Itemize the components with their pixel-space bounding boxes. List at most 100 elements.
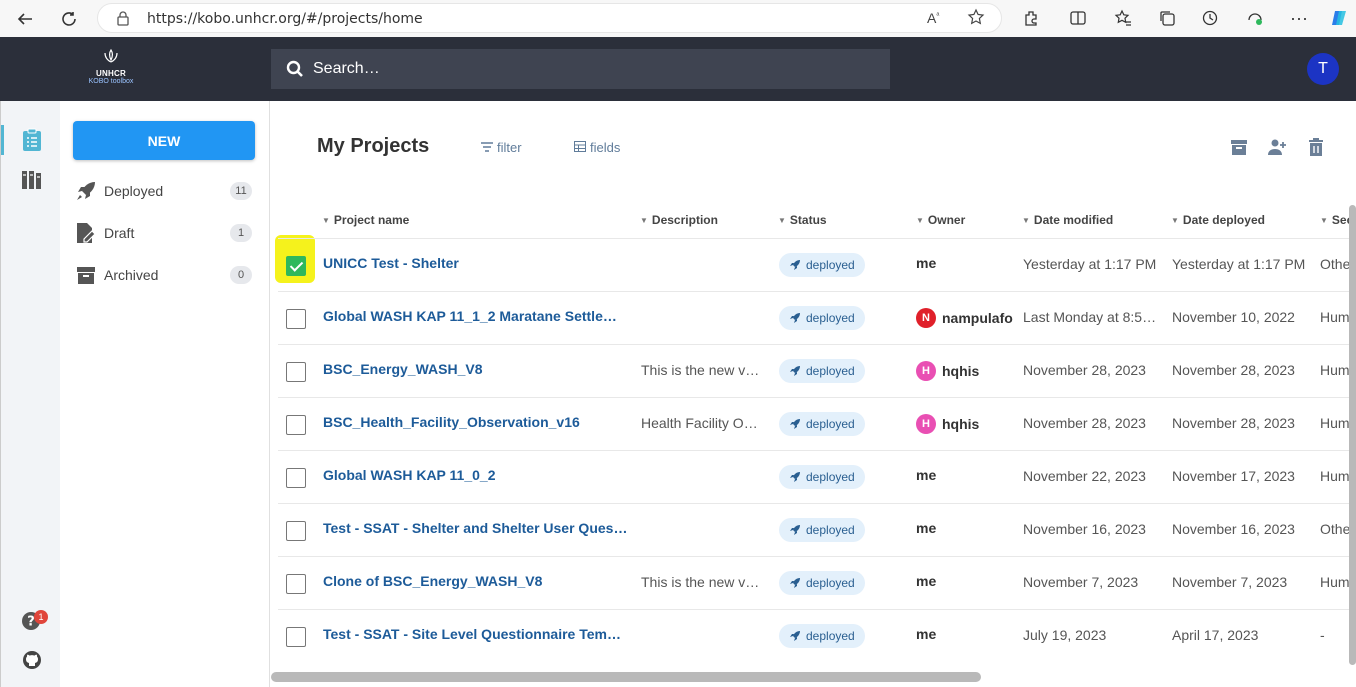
project-name-link[interactable]: Test - SSAT - Site Level Questionnaire T… <box>323 626 628 642</box>
project-name-link[interactable]: Global WASH KAP 11_0_2 <box>323 467 495 483</box>
column-header-owner[interactable]: ▼ Owner <box>916 213 965 227</box>
project-name-link[interactable]: Clone of BSC_Energy_WASH_V8 <box>323 573 542 589</box>
search-input[interactable]: Search… <box>313 60 380 78</box>
table-row[interactable]: Global WASH KAP 11_1_2 Maratane Settleme… <box>278 291 1350 344</box>
read-aloud-icon[interactable]: Aᵃ <box>927 10 939 26</box>
date-deployed: November 16, 2023 <box>1172 521 1295 537</box>
horizontal-scrollbar[interactable] <box>271 672 981 682</box>
new-project-button[interactable]: NEW <box>73 121 255 160</box>
date-deployed: November 28, 2023 <box>1172 362 1295 378</box>
logo-kobo-text: KOBO toolbox <box>88 78 134 85</box>
delete-trash-icon[interactable] <box>1306 137 1326 157</box>
share-user-icon[interactable] <box>1267 137 1287 157</box>
projects-icon[interactable] <box>21 128 43 157</box>
page-title: My Projects <box>317 135 430 157</box>
table-row[interactable]: Test - SSAT - Shelter and Shelter User Q… <box>278 503 1350 556</box>
search-icon <box>286 60 304 83</box>
date-modified: July 19, 2023 <box>1023 627 1107 643</box>
notification-badge: 1 <box>34 610 48 624</box>
unhcr-kobo-logo[interactable]: UNHCR KOBO toolbox <box>84 48 138 90</box>
owner-name: hqhis <box>942 416 980 432</box>
date-modified: November 7, 2023 <box>1023 574 1139 590</box>
search-bar[interactable]: Search… <box>271 49 890 89</box>
table-row[interactable]: BSC_Energy_WASH_V8 This is the new ve… dep… <box>278 344 1350 397</box>
project-name-link[interactable]: UNICC Test - Shelter <box>323 255 459 271</box>
date-deployed: November 10, 2022 <box>1172 309 1295 325</box>
fields-button[interactable]: fields <box>574 140 620 155</box>
date-modified: November 28, 2023 <box>1023 362 1146 378</box>
row-checkbox[interactable] <box>286 521 306 541</box>
project-name-link[interactable]: BSC_Energy_WASH_V8 <box>323 361 483 377</box>
project-sector: Othe <box>1320 521 1350 537</box>
row-checkbox[interactable] <box>286 362 306 382</box>
sidebar-item-draft[interactable]: Draft 1 <box>73 218 255 248</box>
owner-name: me <box>916 520 937 536</box>
account-avatar[interactable]: T <box>1307 53 1339 85</box>
address-bar[interactable]: https://kobo.unhcr.org/#/projects/home A… <box>97 3 1002 33</box>
github-icon[interactable] <box>22 650 42 675</box>
table-row[interactable]: BSC_Health_Facility_Observation_v16 Healt… <box>278 397 1350 450</box>
extensions-icon[interactable] <box>1020 7 1042 29</box>
row-checkbox[interactable] <box>286 309 306 329</box>
status-badge: deployed <box>779 571 865 595</box>
column-header-date-deployed[interactable]: ▼ Date deployed <box>1171 213 1265 227</box>
date-deployed: November 17, 2023 <box>1172 468 1295 484</box>
sort-caret-icon: ▼ <box>322 215 330 225</box>
project-sector: Hum <box>1320 362 1350 378</box>
deployed-rocket-icon <box>790 313 800 323</box>
project-description: This is the new ve… <box>641 574 763 590</box>
archive-action-icon[interactable] <box>1229 137 1249 157</box>
copilot-icon[interactable] <box>1328 7 1350 29</box>
project-owner: Nnampulafo <box>916 308 1013 328</box>
archived-count-badge: 0 <box>230 266 252 284</box>
status-badge: deployed <box>779 253 865 277</box>
sidebar-item-archived[interactable]: Archived 0 <box>73 260 255 290</box>
row-checkbox[interactable] <box>286 415 306 435</box>
filter-button[interactable]: filter <box>481 140 522 155</box>
back-icon[interactable] <box>12 6 38 32</box>
filter-icon <box>481 140 493 155</box>
refresh-icon[interactable] <box>56 6 82 32</box>
draft-count-badge: 1 <box>230 224 252 242</box>
column-header-status[interactable]: ▼ Status <box>778 213 827 227</box>
row-checkbox[interactable] <box>286 468 306 488</box>
project-name-link[interactable]: BSC_Health_Facility_Observation_v16 <box>323 414 580 430</box>
sort-caret-icon: ▼ <box>1320 215 1328 225</box>
sidebar-item-deployed[interactable]: Deployed 11 <box>73 176 255 206</box>
status-text: deployed <box>806 470 855 484</box>
table-row[interactable]: Clone of BSC_Energy_WASH_V8 This is the n… <box>278 556 1350 609</box>
project-name-link[interactable]: Global WASH KAP 11_1_2 Maratane Settleme… <box>323 308 628 324</box>
vertical-scrollbar[interactable] <box>1349 205 1356 665</box>
column-header-sector[interactable]: ▼Sector <box>1320 213 1349 227</box>
unhcr-emblem-icon <box>104 48 118 63</box>
table-row[interactable]: Global WASH KAP 11_0_2 deployed me November… <box>278 450 1350 503</box>
table-row[interactable]: Test - SSAT - Site Level Questionnaire T… <box>278 609 1350 662</box>
row-checkbox[interactable] <box>286 574 306 594</box>
library-icon[interactable] <box>21 169 43 196</box>
performance-icon[interactable] <box>1244 7 1266 29</box>
column-header-description[interactable]: ▼ Description <box>640 213 718 227</box>
project-name-link[interactable]: Test - SSAT - Shelter and Shelter User Q… <box>323 520 628 536</box>
deployed-rocket-icon <box>790 419 800 429</box>
history-icon[interactable] <box>1199 7 1221 29</box>
lock-icon <box>116 10 130 31</box>
row-checkbox[interactable] <box>286 627 306 647</box>
favorites-icon[interactable] <box>1112 7 1134 29</box>
project-owner: me <box>916 573 936 589</box>
split-screen-icon[interactable] <box>1067 7 1089 29</box>
project-sector: Hum <box>1320 468 1350 484</box>
table-row[interactable]: UNICC Test - Shelter deployed me Yesterday … <box>278 238 1350 291</box>
more-options-icon[interactable]: ··· <box>1288 7 1310 29</box>
project-description: Health Facility Ob… <box>641 415 763 431</box>
column-header-project-name[interactable]: ▼ Project name <box>322 213 409 227</box>
project-owner: Hhqhis <box>916 361 979 381</box>
deployed-rocket-icon <box>790 366 800 376</box>
column-label: Project name <box>333 213 410 227</box>
deployed-rocket-icon <box>790 260 800 270</box>
column-header-date-modified[interactable]: ▼ Date modified <box>1022 213 1113 227</box>
favorite-star-icon[interactable] <box>967 8 985 31</box>
row-checkbox[interactable] <box>286 256 306 276</box>
collections-icon[interactable] <box>1156 7 1178 29</box>
owner-name: me <box>916 573 937 589</box>
sort-caret-icon: ▼ <box>1022 215 1030 225</box>
